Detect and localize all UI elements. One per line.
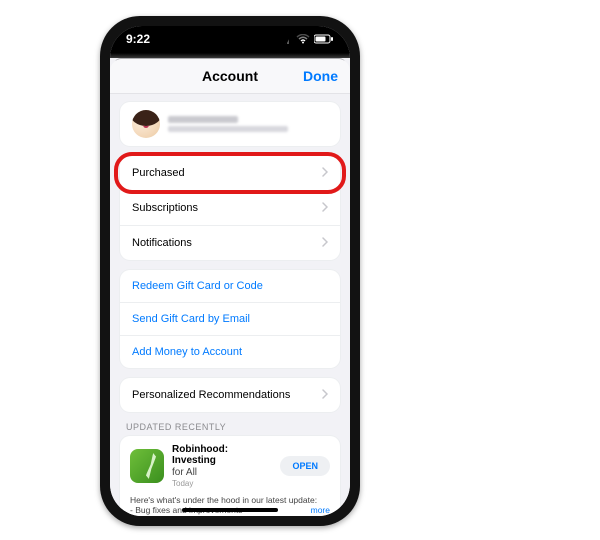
row-subscriptions[interactable]: Subscriptions bbox=[120, 190, 340, 225]
label-purchased: Purchased bbox=[132, 167, 316, 179]
label-recommendations: Personalized Recommendations bbox=[132, 389, 316, 401]
wifi-icon bbox=[296, 34, 310, 44]
status-time: 9:22 bbox=[126, 32, 150, 46]
app-card-robinhood[interactable]: Robinhood: Investing for All Today OPEN … bbox=[120, 436, 340, 516]
battery-icon bbox=[314, 34, 334, 44]
row-redeem[interactable]: Redeem Gift Card or Code bbox=[120, 270, 340, 302]
chevron-icon bbox=[322, 166, 328, 180]
profile-email-blurred bbox=[168, 126, 288, 132]
notes-line1: Here's what's under the hood in our late… bbox=[130, 495, 317, 505]
home-indicator[interactable] bbox=[182, 508, 278, 512]
account-sheet: Account Done bbox=[110, 59, 350, 516]
sheet-title: Account bbox=[202, 68, 258, 84]
gift-links-group: Redeem Gift Card or Code Send Gift Card … bbox=[120, 270, 340, 368]
open-button-robinhood[interactable]: OPEN bbox=[280, 456, 330, 476]
profile-text bbox=[168, 116, 328, 132]
more-link[interactable]: more bbox=[311, 505, 330, 516]
label-addmoney: Add Money to Account bbox=[132, 346, 328, 358]
done-button[interactable]: Done bbox=[303, 59, 338, 93]
label-subscriptions: Subscriptions bbox=[132, 202, 316, 214]
chevron-icon bbox=[322, 388, 328, 402]
section-updated-recently: UPDATED RECENTLY bbox=[126, 422, 336, 432]
app-icon-robinhood bbox=[130, 449, 164, 483]
label-notifications: Notifications bbox=[132, 237, 316, 249]
profile-name-blurred bbox=[168, 116, 238, 123]
chevron-icon bbox=[322, 201, 328, 215]
chevron-icon bbox=[322, 236, 328, 250]
row-recommendations[interactable]: Personalized Recommendations bbox=[120, 378, 340, 412]
row-notifications[interactable]: Notifications bbox=[120, 225, 340, 260]
app-subtitle-robinhood: for All bbox=[172, 467, 272, 479]
app-name-robinhood: Robinhood: Investing bbox=[172, 444, 272, 467]
avatar bbox=[132, 110, 160, 138]
phone-frame: 9:22 bbox=[100, 16, 360, 526]
row-sendgift[interactable]: Send Gift Card by Email bbox=[120, 302, 340, 335]
recommendations-group: Personalized Recommendations bbox=[120, 378, 340, 412]
label-redeem: Redeem Gift Card or Code bbox=[132, 280, 328, 292]
account-actions-group: Purchased Subscriptions bbox=[120, 156, 340, 260]
label-sendgift: Send Gift Card by Email bbox=[132, 313, 328, 325]
profile-card[interactable] bbox=[120, 102, 340, 146]
row-purchased[interactable]: Purchased bbox=[120, 156, 340, 190]
app-notes-robinhood: Here's what's under the hood in our late… bbox=[130, 495, 330, 516]
row-addmoney[interactable]: Add Money to Account bbox=[120, 335, 340, 368]
device-notch bbox=[170, 26, 290, 48]
sheet-header: Account Done bbox=[110, 59, 350, 94]
app-date-robinhood: Today bbox=[172, 479, 272, 488]
